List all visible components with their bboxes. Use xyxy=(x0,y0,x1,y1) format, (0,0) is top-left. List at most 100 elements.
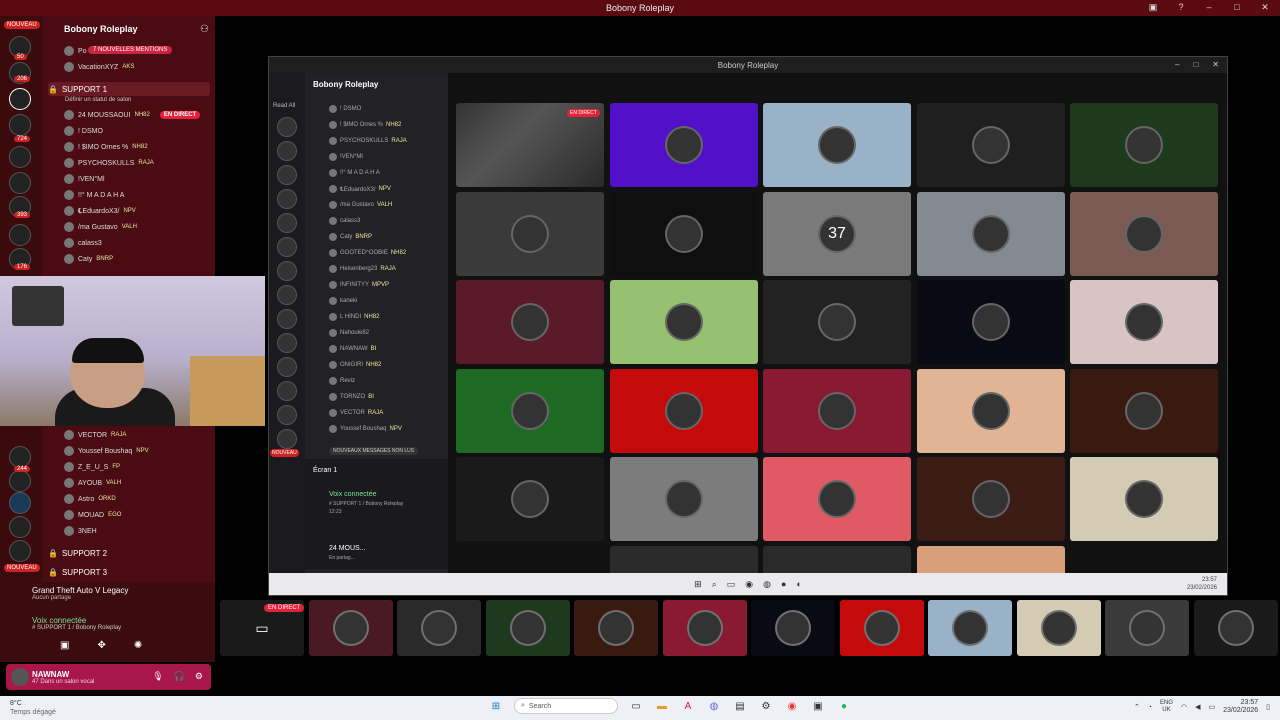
video-tile[interactable] xyxy=(609,103,758,187)
member-row[interactable]: ! $IMO Ornes % NH82 xyxy=(64,140,148,154)
mentions-badge[interactable]: 7 NOUVELLES MENTIONS xyxy=(88,46,173,54)
video-tile[interactable]: 37 xyxy=(763,191,911,276)
camera-icon[interactable]: ▣ xyxy=(60,640,69,651)
windows-start-icon[interactable]: ⊞ xyxy=(488,698,504,714)
server-icon[interactable] xyxy=(277,357,297,377)
video-tile[interactable] xyxy=(609,457,758,541)
stream-thumbnail[interactable] xyxy=(751,600,835,656)
member-row[interactable]: AYOUB VALH xyxy=(64,476,121,490)
member-row[interactable]: Astro ORKD xyxy=(64,492,116,506)
search-icon[interactable]: ⌕ xyxy=(712,579,717,590)
video-tile[interactable] xyxy=(763,280,911,364)
member-row[interactable]: PSYCHOSKULLS RAJA xyxy=(329,137,407,145)
task-view-icon[interactable]: ▭ xyxy=(628,698,644,714)
clock[interactable]: 23:57 23/02/2026 xyxy=(1223,699,1258,715)
chevron-up-icon[interactable]: ⌃ xyxy=(1134,703,1140,711)
member-row[interactable]: calass3 xyxy=(329,217,360,225)
video-tile[interactable] xyxy=(1070,191,1218,276)
voice-channel[interactable]: # SUPPORT 1 / Bobony Roleplay xyxy=(32,625,121,631)
member-row[interactable]: ℄EduardoX3/NPV xyxy=(64,204,136,218)
app-icon[interactable]: ▣ xyxy=(810,698,826,714)
stream-thumbnail[interactable] xyxy=(1105,600,1189,656)
server-icon[interactable] xyxy=(277,213,297,233)
member-row[interactable]: /ma Gustavo VALH xyxy=(64,220,137,234)
notifications-icon[interactable]: ▯ xyxy=(1266,703,1270,711)
stream-thumbnail[interactable] xyxy=(397,600,481,656)
stream-icon[interactable]: ▣ xyxy=(1146,2,1160,13)
server-icon[interactable] xyxy=(9,470,31,492)
server-icon[interactable] xyxy=(277,285,297,305)
chrome-icon[interactable]: ◉ xyxy=(784,698,800,714)
soundboard-icon[interactable]: ✺ xyxy=(134,640,142,651)
app-icon[interactable]: A xyxy=(680,698,696,714)
member-row[interactable]: ! DSMO xyxy=(329,105,361,113)
video-tile[interactable] xyxy=(609,368,758,453)
member-row[interactable]: !!° M A D A H A xyxy=(329,169,380,177)
member-row[interactable]: ℄EduardoX3/NPV xyxy=(329,185,391,193)
video-tile[interactable] xyxy=(1070,280,1218,364)
member-row[interactable]: /ma Gustavo VALH xyxy=(329,201,392,209)
member-row[interactable]: Z_E_U_S FP xyxy=(64,460,120,474)
video-tile[interactable] xyxy=(1070,457,1218,541)
video-tile[interactable] xyxy=(1070,368,1218,453)
channel-support-2[interactable]: 🔒 SUPPORT 2 xyxy=(48,546,210,560)
video-tile[interactable] xyxy=(609,280,758,364)
member-row[interactable]: VacationXYZ AKS xyxy=(64,60,134,74)
server-name[interactable]: Bobony Roleplay xyxy=(64,24,138,34)
video-tile[interactable] xyxy=(456,191,604,276)
member-row[interactable]: Nahoule82 xyxy=(329,329,369,337)
video-tile[interactable] xyxy=(916,457,1065,541)
stream-thumbnail[interactable] xyxy=(839,600,924,656)
video-tile[interactable] xyxy=(456,280,604,364)
server-icon-active[interactable] xyxy=(9,88,31,110)
server-icon[interactable] xyxy=(277,189,297,209)
member-row[interactable]: Heisenberg23 RAJA xyxy=(329,265,396,273)
browser-icon[interactable]: ◉ xyxy=(745,579,753,590)
stream-thumbnail[interactable] xyxy=(574,600,658,656)
member-row[interactable]: NAWNAW BI xyxy=(329,345,376,353)
wifi-icon[interactable]: ◠ xyxy=(1181,703,1187,711)
server-icon[interactable] xyxy=(9,540,31,562)
member-row[interactable]: MOUAD EGO xyxy=(64,508,121,522)
member-row[interactable]: !VEN°Ml xyxy=(64,172,105,186)
member-row[interactable]: calass3 xyxy=(64,236,102,250)
video-tile[interactable] xyxy=(916,545,1065,573)
language-indicator[interactable]: ENG UK xyxy=(1160,700,1173,714)
channel-support-3[interactable]: 🔒 SUPPORT 3 xyxy=(48,565,210,579)
server-icon[interactable] xyxy=(9,516,31,538)
member-row[interactable]: ! DSMO xyxy=(64,124,103,138)
windows-start-icon[interactable]: ⊞ xyxy=(694,579,702,590)
member-row[interactable]: ONIGIRI NH82 xyxy=(329,361,381,369)
server-icon[interactable] xyxy=(9,172,31,194)
discord-icon[interactable]: ◍ xyxy=(706,698,722,714)
server-icon[interactable] xyxy=(277,261,297,281)
video-tile[interactable] xyxy=(916,191,1065,276)
minimize-button[interactable]: – xyxy=(1175,60,1179,69)
video-tile[interactable] xyxy=(609,545,758,573)
read-all[interactable]: Read All xyxy=(273,103,295,109)
settings-icon[interactable]: ⚙ xyxy=(195,671,203,682)
help-icon[interactable]: ? xyxy=(1174,2,1188,13)
member-row[interactable]: Youssef Boushaq NPV xyxy=(64,444,149,458)
explorer-icon[interactable]: ▭ xyxy=(727,579,736,590)
stream-thumbnail[interactable] xyxy=(928,600,1012,656)
server-icon[interactable] xyxy=(277,237,297,257)
server-icon[interactable] xyxy=(277,117,297,137)
volume-icon[interactable]: ◀ xyxy=(1195,703,1200,711)
stream-thumbnail[interactable] xyxy=(1016,600,1101,656)
stream-thumbnail[interactable] xyxy=(662,600,747,656)
member-row[interactable]: GOOTED^OOBIE NH82 xyxy=(329,249,406,257)
video-tile[interactable] xyxy=(916,368,1065,453)
spotify-icon[interactable]: ● xyxy=(836,698,852,714)
video-tile[interactable] xyxy=(916,280,1065,364)
video-tile[interactable] xyxy=(763,457,911,541)
video-tile[interactable] xyxy=(456,457,604,541)
maximize-button[interactable]: □ xyxy=(1230,2,1244,13)
member-row[interactable]: Caty BNRP xyxy=(329,233,372,241)
stream-thumbnail[interactable] xyxy=(485,600,570,656)
video-tile[interactable] xyxy=(609,191,758,276)
server-icon[interactable] xyxy=(277,429,297,449)
add-member-icon[interactable]: ⚇ xyxy=(200,24,209,35)
settings-icon[interactable]: ⚙ xyxy=(758,698,774,714)
maximize-button[interactable]: □ xyxy=(1193,60,1198,69)
